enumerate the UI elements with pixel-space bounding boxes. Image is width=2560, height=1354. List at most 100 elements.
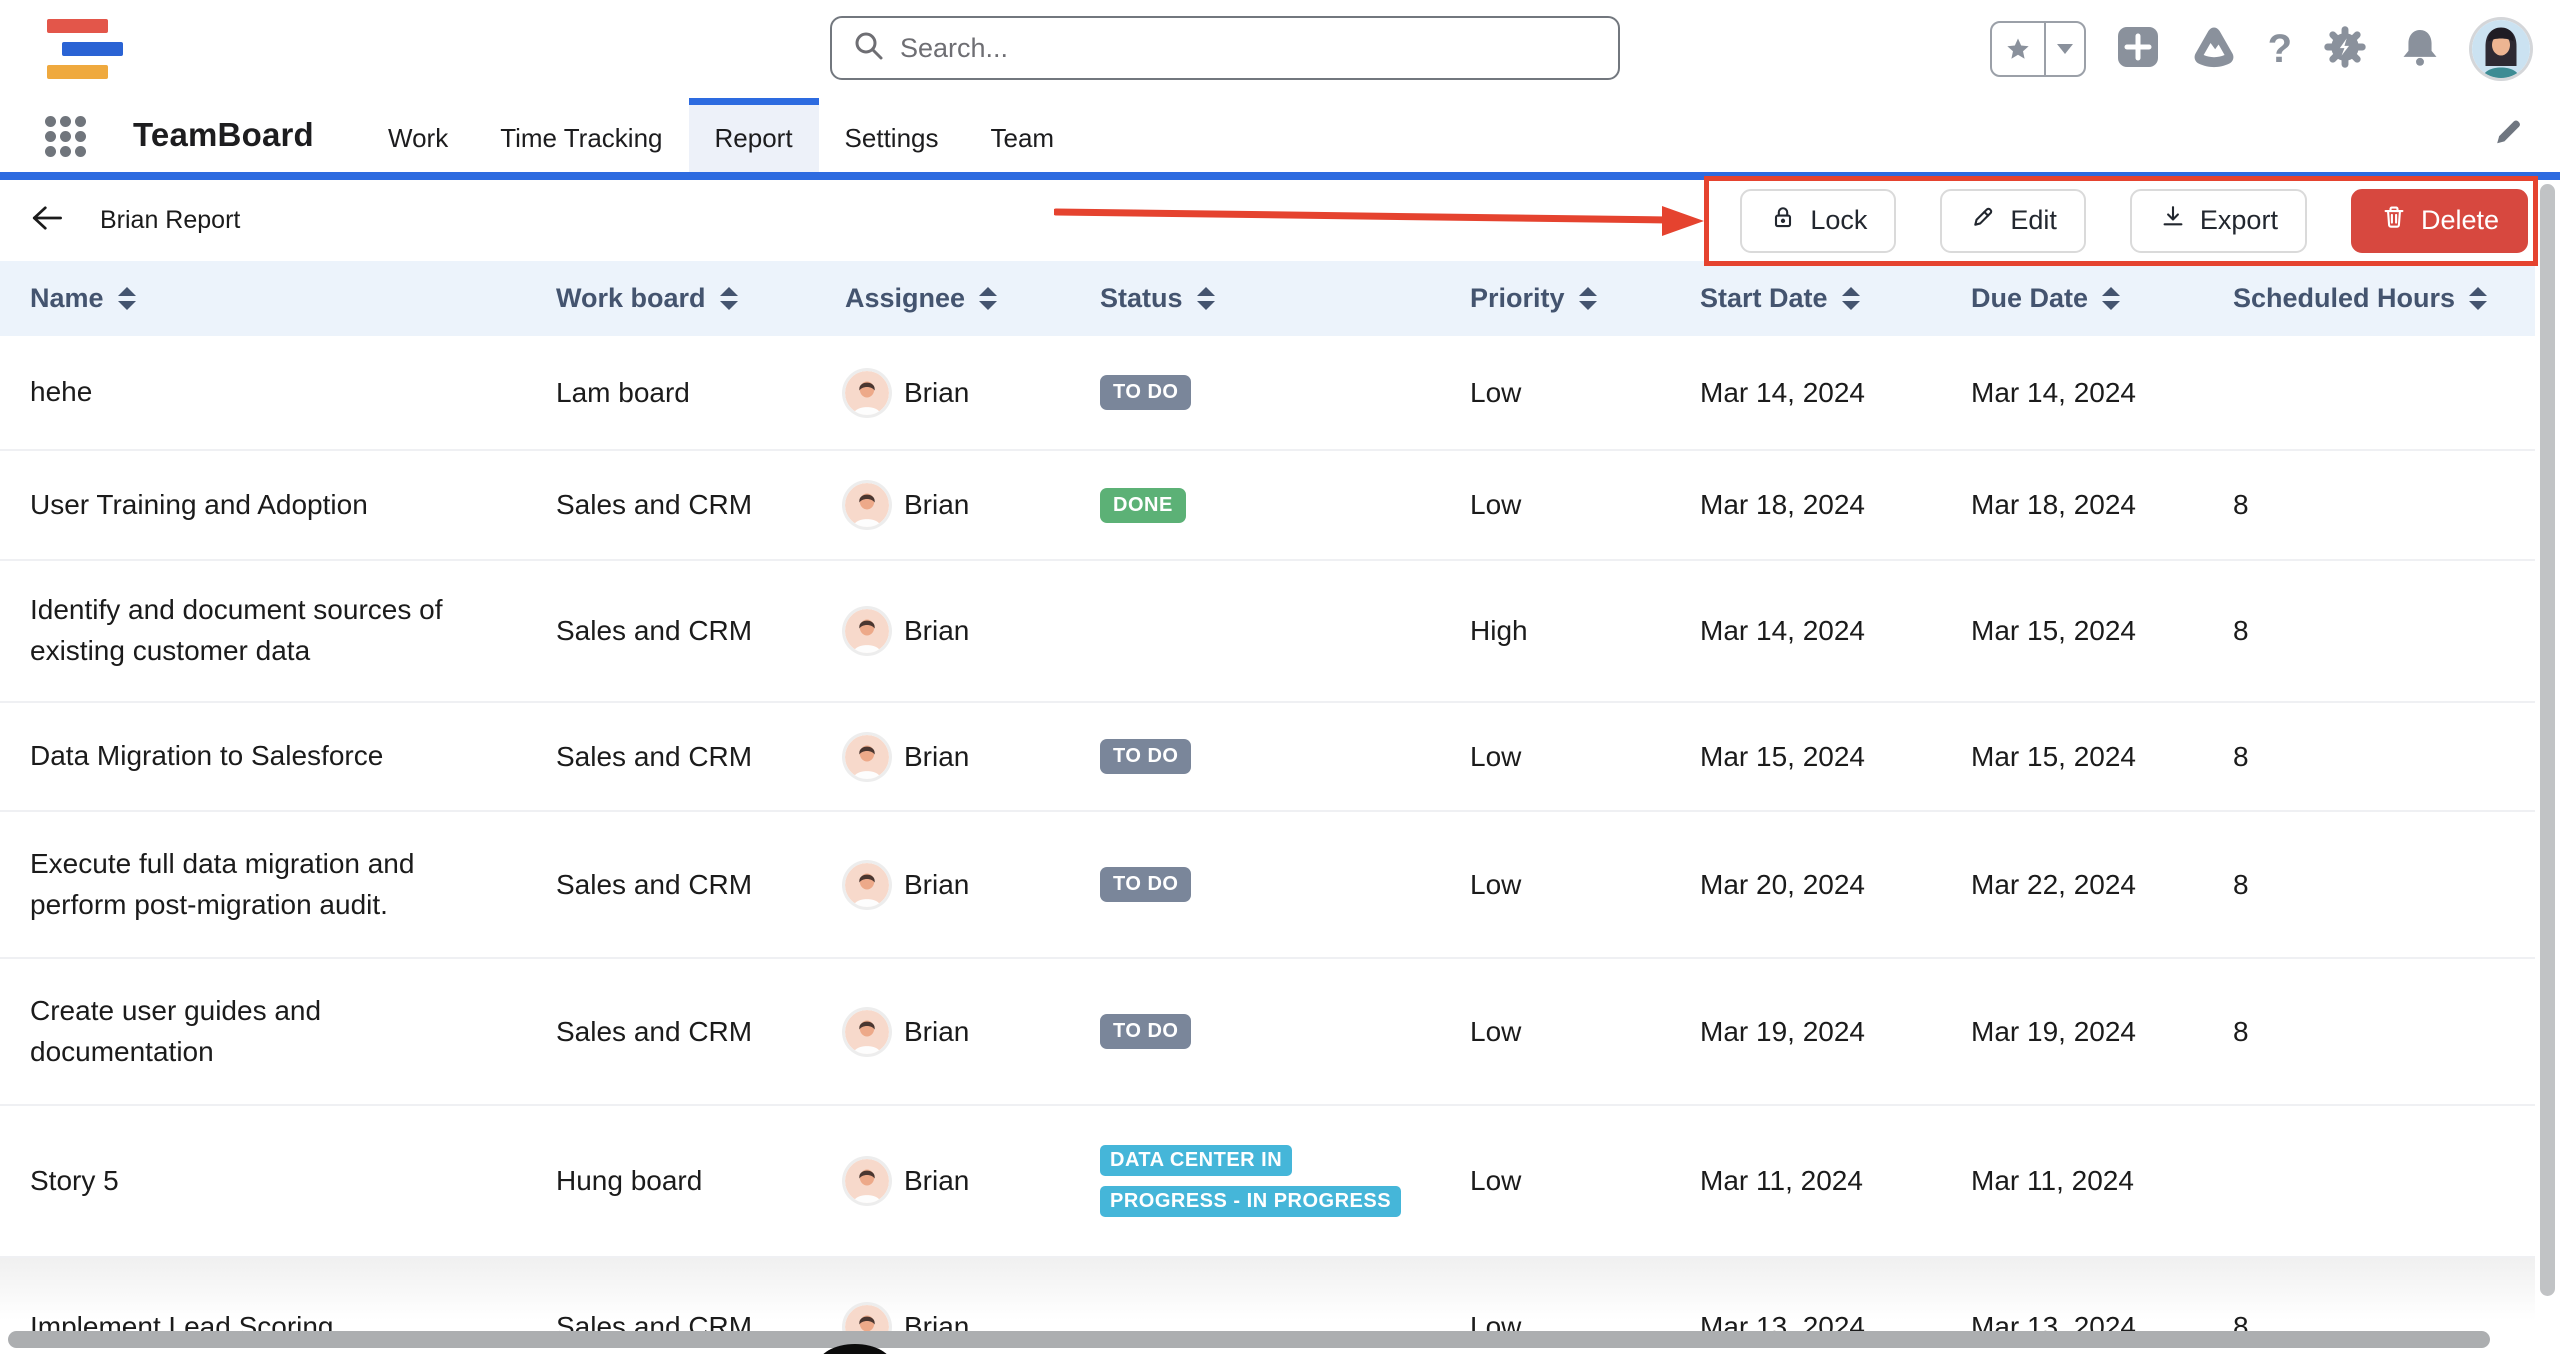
due-date: Mar 18, 2024 (1971, 489, 2136, 520)
chevron-down-icon[interactable] (2044, 23, 2084, 75)
task-name: Story 5 (30, 1161, 119, 1202)
table-row[interactable]: Create user guides and documentation Sal… (0, 959, 2535, 1106)
sort-icon[interactable] (720, 287, 738, 310)
tab-work[interactable]: Work (362, 98, 474, 172)
favorites-split-button[interactable] (1990, 21, 2086, 77)
assignee-avatar (845, 483, 889, 527)
scheduled-hours: 8 (2233, 489, 2249, 520)
logo-bar-yellow (47, 65, 108, 79)
work-board: Hung board (556, 1165, 702, 1196)
work-board: Sales and CRM (556, 489, 752, 520)
assignee-name: Brian (904, 869, 969, 901)
priority: Low (1470, 489, 1521, 520)
sort-icon[interactable] (118, 287, 136, 310)
priority: Low (1470, 377, 1521, 408)
work-board: Sales and CRM (556, 1016, 752, 1047)
lock-button[interactable]: Lock (1740, 189, 1896, 253)
assignee-name: Brian (904, 741, 969, 773)
tab-team[interactable]: Team (965, 98, 1081, 172)
column-header-priority[interactable]: Priority (1470, 283, 1700, 314)
priority: Low (1470, 1016, 1521, 1047)
star-icon[interactable] (1992, 23, 2044, 75)
assignee-avatar (845, 609, 889, 653)
status-badge: DATA CENTER IN (1100, 1145, 1292, 1176)
sort-icon[interactable] (1579, 287, 1597, 310)
table-row[interactable]: Story 5 Hung board Brian DATA CENTER IN P… (0, 1106, 2535, 1258)
search-input[interactable] (900, 33, 1598, 64)
table-row[interactable]: Execute full data migration and perform … (0, 812, 2535, 959)
gear-icon[interactable] (2322, 24, 2368, 75)
work-board: Sales and CRM (556, 615, 752, 646)
sort-icon[interactable] (1197, 287, 1215, 310)
report-table: Name Work board Assignee Status Priority… (0, 261, 2535, 1354)
nav-tabs: Work Time Tracking Report Settings Team (362, 98, 1080, 172)
status-badge: TO DO (1100, 375, 1191, 410)
tab-report[interactable]: Report (689, 98, 819, 172)
table-row[interactable]: Identify and document sources of existin… (0, 561, 2535, 703)
back-arrow-icon[interactable] (30, 203, 64, 238)
status-badge: PROGRESS - IN PROGRESS (1100, 1186, 1401, 1217)
column-header-start-date[interactable]: Start Date (1700, 283, 1971, 314)
nav-bar: TeamBoard Work Time Tracking Report Sett… (0, 98, 2560, 172)
assignee-avatar (845, 1159, 889, 1203)
export-icon (2159, 203, 2187, 238)
assignee-avatar (845, 371, 889, 415)
start-date: Mar 18, 2024 (1700, 489, 1865, 520)
export-button[interactable]: Export (2130, 189, 2307, 253)
assignee-avatar (845, 735, 889, 779)
delete-button[interactable]: Delete (2351, 189, 2528, 253)
start-date: Mar 20, 2024 (1700, 869, 1865, 900)
column-header-due-date[interactable]: Due Date (1971, 283, 2233, 314)
assignee-name: Brian (904, 615, 969, 647)
product-mountain-icon[interactable] (2190, 24, 2238, 75)
edit-button[interactable]: Edit (1940, 189, 2086, 253)
start-date: Mar 11, 2024 (1700, 1165, 1863, 1196)
table-row[interactable]: hehe Lam board Brian TO DO Low Mar 14, 2… (0, 336, 2535, 451)
logo-bar-red (47, 19, 108, 33)
assignee-name: Brian (904, 489, 969, 521)
sort-icon[interactable] (1842, 287, 1860, 310)
status-cell: DONE (1100, 488, 1470, 523)
due-date: Mar 22, 2024 (1971, 869, 2136, 900)
column-header-scheduled-hours[interactable]: Scheduled Hours (2233, 283, 2535, 314)
due-date: Mar 15, 2024 (1971, 741, 2136, 772)
table-row[interactable]: Data Migration to Salesforce Sales and C… (0, 703, 2535, 812)
column-header-name[interactable]: Name (0, 283, 556, 314)
start-date: Mar 19, 2024 (1700, 1016, 1865, 1047)
assignee-name: Brian (904, 1165, 969, 1197)
column-header-status[interactable]: Status (1100, 283, 1470, 314)
bell-icon[interactable] (2398, 25, 2442, 74)
create-plus-icon[interactable] (2116, 25, 2160, 74)
sort-icon[interactable] (2102, 287, 2120, 310)
column-header-assignee[interactable]: Assignee (845, 283, 1100, 314)
edit-pencil-icon[interactable] (2490, 115, 2526, 156)
global-search[interactable] (830, 16, 1620, 80)
status-badge: TO DO (1100, 867, 1191, 902)
annotation-arrow (1054, 205, 1706, 237)
column-header-work-board[interactable]: Work board (556, 283, 845, 314)
priority: High (1470, 615, 1528, 646)
sort-icon[interactable] (979, 287, 997, 310)
vertical-scrollbar[interactable] (2540, 184, 2555, 1296)
status-cell: TO DO (1100, 867, 1470, 902)
user-avatar[interactable] (2472, 20, 2530, 78)
lock-icon (1769, 203, 1797, 238)
edit-icon (1969, 203, 1997, 238)
top-bar: ? (0, 0, 2560, 98)
start-date: Mar 14, 2024 (1700, 377, 1865, 408)
task-name: Execute full data migration and perform … (30, 844, 490, 925)
app-switcher-icon[interactable] (45, 116, 87, 156)
help-icon[interactable]: ? (2268, 29, 2292, 69)
report-actions: Lock Edit Export Delete (1740, 189, 2528, 253)
active-section-bar (0, 172, 2560, 180)
sort-icon[interactable] (2469, 287, 2487, 310)
start-date: Mar 14, 2024 (1700, 615, 1865, 646)
table-row[interactable]: User Training and Adoption Sales and CRM… (0, 451, 2535, 561)
tab-settings[interactable]: Settings (819, 98, 965, 172)
tab-time-tracking[interactable]: Time Tracking (474, 98, 688, 172)
task-name: Data Migration to Salesforce (30, 736, 383, 777)
status-cell: TO DO (1100, 739, 1470, 774)
horizontal-scrollbar[interactable] (8, 1331, 2490, 1348)
due-date: Mar 14, 2024 (1971, 377, 2136, 408)
due-date: Mar 19, 2024 (1971, 1016, 2136, 1047)
